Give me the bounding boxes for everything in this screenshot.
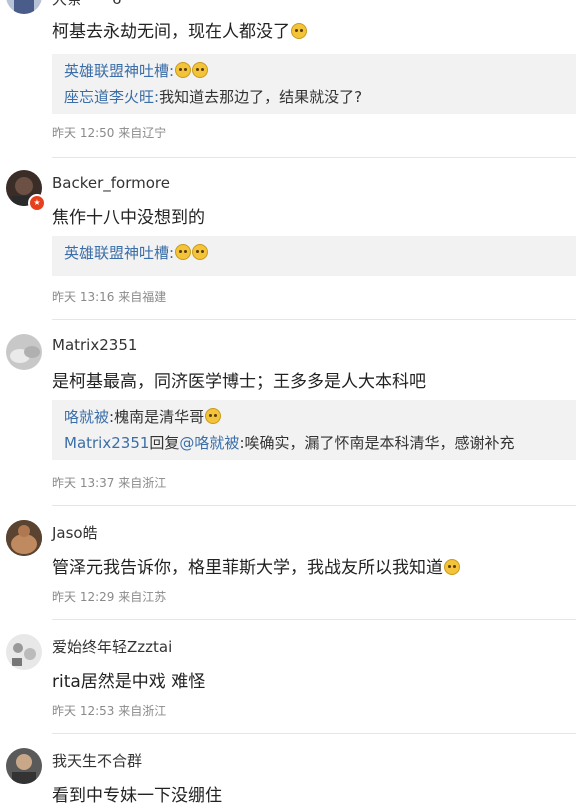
reply-line: 座忘道李火旺:我知道去那边了，结果就没了? [64,88,363,106]
laughing-face-emoji-icon [192,62,209,78]
reply-line: Matrix2351回复@咯就被:唉确实，漏了怀南是本科清华，感谢补充 [64,434,515,452]
reply-line: 英雄联盟神吐槽: [64,58,564,84]
comment-meta: 昨天 13:16 来自福建 [52,290,167,304]
reply-username[interactable]: 座忘道李火旺 [64,88,154,106]
laughing-face-emoji-icon [444,559,460,575]
avatar[interactable] [6,0,42,14]
comment-meta: 昨天 12:53 来自浙江 [52,704,167,718]
reply-line: 英雄联盟神吐槽: [64,240,564,266]
comment-text: 管泽元我告诉你，格里菲斯大学，我战友所以我知道 [52,553,460,578]
reply-mention[interactable]: @咯就被 [179,434,239,452]
comment-username[interactable]: Matrix2351 [52,336,137,354]
comment-item: ★ Backer_formore 焦作十八中没想到的 英雄联盟神吐槽: 昨天 1… [0,158,576,320]
reply-box: 英雄联盟神吐槽: 座忘道李火旺:我知道去那边了，结果就没了? [52,54,576,114]
comment-username[interactable]: 大条****6 [52,0,122,9]
verified-badge-icon: ★ [28,194,46,212]
laughing-face-emoji-icon [205,408,222,424]
reply-line: 咯就被:槐南是清华哥 [64,404,564,430]
comment-text: 柯基去永劫无间，现在人都没了 [52,17,307,42]
laughing-face-emoji-icon [175,244,192,260]
comment-username[interactable]: 爱始终年轻Zzztai [52,636,172,657]
reply-username[interactable]: 咯就被 [64,408,109,426]
reply-username[interactable]: 英雄联盟神吐槽 [64,244,169,262]
comment-text: 是柯基最高，同济医学博士；王多多是人大本科吧 [52,372,426,392]
comment-username[interactable]: 我天生不合群 [52,750,142,771]
reply-username[interactable]: 英雄联盟神吐槽 [64,62,169,80]
reply-username[interactable]: Matrix2351 [64,434,149,452]
comment-text: 焦作十八中没想到的 [52,208,205,228]
comment-meta: 昨天 12:50 来自辽宁 [52,126,167,140]
comment-meta: 昨天 12:29 来自江苏 [52,590,167,604]
avatar[interactable] [6,634,42,670]
avatar[interactable] [6,520,42,556]
avatar[interactable] [6,334,42,370]
avatar[interactable] [6,748,42,784]
laughing-face-emoji-icon [175,62,192,78]
reply-box: 咯就被:槐南是清华哥 Matrix2351回复@咯就被:唉确实，漏了怀南是本科清… [52,400,576,460]
comment-item: 我天生不合群 看到中专妹一下没绷住 [0,734,576,812]
comment-item: Matrix2351 是柯基最高，同济医学博士；王多多是人大本科吧 咯就被:槐南… [0,320,576,506]
comment-text: 看到中专妹一下没绷住 [52,786,222,806]
comment-text: rita居然是中戏 难怪 [52,672,206,692]
comment-item: 大条****6 柯基去永劫无间，现在人都没了 英雄联盟神吐槽: 座忘道李火旺:我… [0,0,576,158]
comment-username[interactable]: Jaso皓 [52,522,98,543]
comment-item: 爱始终年轻Zzztai rita居然是中戏 难怪 昨天 12:53 来自浙江 [0,620,576,734]
reply-box: 英雄联盟神吐槽: [52,236,576,276]
laughing-face-emoji-icon [291,23,307,39]
comment-username[interactable]: Backer_formore [52,174,170,192]
comment-meta: 昨天 13:37 来自浙江 [52,476,167,490]
comment-item: Jaso皓 管泽元我告诉你，格里菲斯大学，我战友所以我知道 昨天 12:29 来… [0,506,576,620]
laughing-face-emoji-icon [192,244,209,260]
